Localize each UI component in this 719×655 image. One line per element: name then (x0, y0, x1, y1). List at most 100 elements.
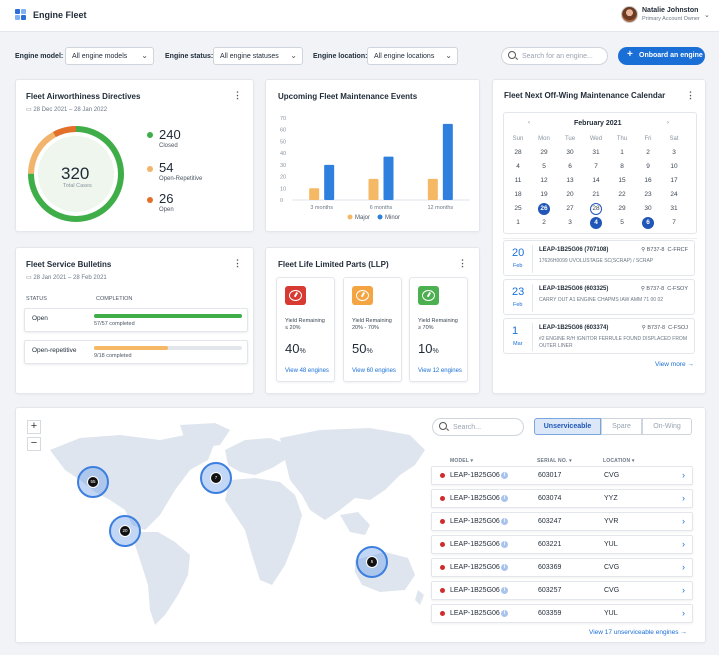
table-row[interactable]: LEAP-1B25G06 i 603257 CVG › (431, 581, 693, 600)
bulletin-row-open[interactable]: Open 57/57 completed (24, 308, 248, 332)
chevron-right-icon[interactable]: › (682, 562, 685, 572)
calendar-day[interactable]: 11 (510, 175, 526, 187)
calendar-day[interactable]: 30 (640, 203, 656, 215)
serial-column-header[interactable]: SERIAL NO. ▾ (537, 458, 572, 464)
view-engines-link[interactable]: View 60 engines (352, 368, 396, 374)
tab-on-wing[interactable]: On-Wing (642, 418, 692, 435)
chevron-right-icon[interactable]: › (682, 539, 685, 549)
view-all-unserviceable-link[interactable]: View 17 unserviceable engines → (589, 629, 687, 636)
llp-card-high[interactable]: Yield Remaining ≥ 70% 10% View 12 engines (409, 277, 468, 382)
calendar-day[interactable]: 3 (562, 217, 578, 229)
calendar-day[interactable]: 9 (640, 161, 656, 173)
table-row[interactable]: LEAP-1B25G06 i 603017 CVG › (431, 466, 693, 485)
location-column-header[interactable]: LOCATION ▾ (603, 458, 635, 464)
calendar-day[interactable]: 2 (640, 147, 656, 159)
maintenance-event-item[interactable]: 1 Mar LEAP-1B25G06 (603374) ⚲ B737-8 C-FSOJ… (503, 318, 695, 354)
calendar-day[interactable]: 14 (588, 175, 604, 187)
calendar-day[interactable]: 24 (666, 189, 682, 201)
calendar-day[interactable]: 23 (640, 189, 656, 201)
user-name[interactable]: Natalie Johnston (642, 7, 698, 14)
chevron-right-icon[interactable]: › (682, 585, 685, 595)
view-engines-link[interactable]: View 48 engines (285, 368, 329, 374)
view-more-link[interactable]: View more → (655, 361, 694, 368)
bulletin-row-open-repetitive[interactable]: Open-repetitive 9/18 completed (24, 340, 248, 364)
calendar-day[interactable]: 6 (640, 217, 656, 229)
calendar-day[interactable]: 19 (536, 189, 552, 201)
chevron-right-icon[interactable]: › (682, 516, 685, 526)
calendar-day[interactable]: 21 (588, 189, 604, 201)
view-engines-link[interactable]: View 12 engines (418, 368, 462, 374)
map-cluster-marker[interactable]: 20 (109, 515, 141, 547)
calendar-day[interactable]: 7 (588, 161, 604, 173)
calendar-menu-icon[interactable]: ⋮ (686, 90, 695, 101)
maintenance-event-item[interactable]: 20 Feb LEAP-1B25G06 (707108) ⚲ B737-8 C-FRC… (503, 240, 695, 276)
llp-card-low[interactable]: Yield Remaining ≤ 20% 40% View 48 engines (276, 277, 335, 382)
calendar-day[interactable]: 12 (536, 175, 552, 187)
llp-card-mid[interactable]: Yield Remaining 20% - 70% 50% View 60 eng… (343, 277, 402, 382)
calendar-day[interactable]: 29 (614, 203, 630, 215)
calendar-day[interactable]: 18 (510, 189, 526, 201)
calendar-day[interactable]: 6 (562, 161, 578, 173)
calendar-day[interactable]: 28 (588, 203, 604, 215)
bar-major-2[interactable] (427, 178, 438, 200)
calendar-day[interactable]: 17 (666, 175, 682, 187)
calendar-day[interactable]: 25 (510, 203, 526, 215)
engine-model-select[interactable]: All engine models ⌄ (65, 47, 154, 65)
calendar-day[interactable]: 31 (588, 147, 604, 159)
llp-menu-icon[interactable]: ⋮ (458, 258, 467, 269)
calendar-day[interactable]: 15 (614, 175, 630, 187)
info-icon[interactable]: i (501, 610, 508, 617)
tab-unserviceable[interactable]: Unserviceable (534, 418, 601, 435)
calendar-day[interactable]: 28 (510, 147, 526, 159)
calendar-day[interactable]: 3 (666, 147, 682, 159)
bar-major-0[interactable] (309, 188, 320, 200)
calendar-day[interactable]: 5 (536, 161, 552, 173)
calendar-day[interactable]: 4 (588, 217, 604, 229)
prev-month-icon[interactable]: ‹ (528, 120, 530, 126)
calendar-day[interactable]: 2 (536, 217, 552, 229)
engine-table-search-input[interactable]: Search... (432, 418, 524, 436)
zoom-in-button[interactable]: + (27, 420, 41, 434)
calendar-day[interactable]: 22 (614, 189, 630, 201)
calendar-day[interactable]: 7 (666, 217, 682, 229)
map-cluster-marker[interactable]: 55 (77, 466, 109, 498)
calendar-day[interactable]: 8 (614, 161, 630, 173)
calendar-day[interactable]: 1 (614, 147, 630, 159)
map-cluster-marker[interactable]: 5 (356, 546, 388, 578)
user-menu-chevron-icon[interactable]: ⌄ (704, 11, 710, 19)
bar-major-1[interactable] (368, 178, 379, 200)
table-row[interactable]: LEAP-1B25G06 i 603074 YYZ › (431, 489, 693, 508)
info-icon[interactable]: i (501, 564, 508, 571)
service-bulletins-menu-icon[interactable]: ⋮ (233, 258, 242, 269)
calendar-day[interactable]: 30 (562, 147, 578, 159)
chevron-right-icon[interactable]: › (682, 493, 685, 503)
calendar-day[interactable]: 27 (562, 203, 578, 215)
calendar-day[interactable]: 5 (614, 217, 630, 229)
avatar[interactable] (621, 6, 638, 23)
info-icon[interactable]: i (501, 495, 508, 502)
calendar-day[interactable]: 13 (562, 175, 578, 187)
calendar-day[interactable]: 20 (562, 189, 578, 201)
table-row[interactable]: LEAP-1B25G06 i 603247 YVR › (431, 512, 693, 531)
model-column-header[interactable]: MODEL ▾ (450, 458, 473, 464)
info-icon[interactable]: i (501, 472, 508, 479)
calendar-day[interactable]: 26 (536, 203, 552, 215)
bar-minor-1[interactable] (383, 156, 394, 200)
info-icon[interactable]: i (501, 518, 508, 525)
calendar-day[interactable]: 10 (666, 161, 682, 173)
chevron-right-icon[interactable]: › (682, 470, 685, 480)
engine-location-select[interactable]: All engine locations ⌄ (367, 47, 458, 65)
maintenance-event-item[interactable]: 23 Feb LEAP-1B25G06 (603325) ⚲ B737-8 C-FSO… (503, 279, 695, 315)
bar-minor-2[interactable] (442, 123, 453, 200)
chevron-right-icon[interactable]: › (682, 608, 685, 618)
calendar-day[interactable]: 16 (640, 175, 656, 187)
table-row[interactable]: LEAP-1B25G06 i 603369 CVG › (431, 558, 693, 577)
info-icon[interactable]: i (501, 541, 508, 548)
bar-minor-0[interactable] (324, 164, 335, 200)
table-row[interactable]: LEAP-1B25G06 i 603221 YUL › (431, 535, 693, 554)
calendar-day[interactable]: 1 (510, 217, 526, 229)
table-row[interactable]: LEAP-1B25G06 i 603359 YUL › (431, 604, 693, 623)
calendar-day[interactable]: 4 (510, 161, 526, 173)
tab-spare[interactable]: Spare (601, 418, 642, 435)
onboard-engine-button[interactable]: + Onboard an engine (618, 47, 705, 65)
